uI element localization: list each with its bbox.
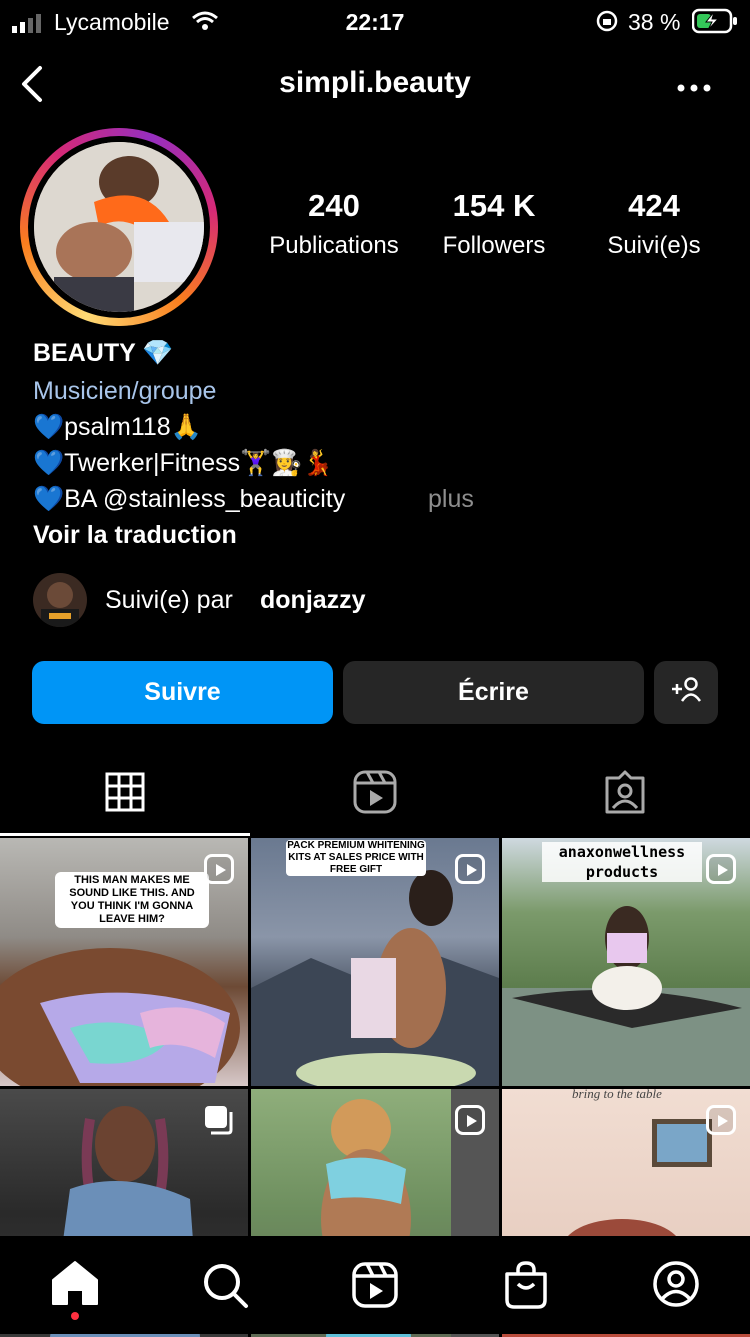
post-thumbnail[interactable]: anaxonwellness products: [502, 838, 750, 1086]
stat-label: Suivi(e)s: [607, 232, 701, 259]
bio-line[interactable]: 💙BA @stainless_beauticity: [33, 485, 345, 514]
tab-reels[interactable]: [250, 750, 500, 838]
home-icon: [45, 1261, 105, 1312]
battery-icon: [691, 8, 738, 40]
tagged-icon: [603, 770, 647, 819]
bio-line: 💙psalm118🙏: [33, 413, 202, 441]
nav-home[interactable]: [45, 1258, 105, 1320]
profile-category: Musicien/groupe: [33, 377, 217, 405]
shopping-bag-icon: [503, 1261, 549, 1314]
stat-label: Followers: [442, 232, 546, 259]
posts-grid: THIS MAN MAKES ME SOUND LIKE THIS. AND Y…: [0, 838, 750, 1337]
post-caption: THIS MAN MAKES ME SOUND LIKE THIS. AND Y…: [55, 872, 209, 928]
profile-header: simpli.beauty: [0, 54, 750, 114]
reel-icon: [706, 1105, 736, 1135]
reel-icon: [455, 854, 485, 884]
profile-tabs: [0, 750, 750, 838]
stat-following[interactable]: 424 Suivi(e)s: [569, 188, 739, 260]
stat-value: 154 K: [452, 188, 536, 223]
status-bar: Lycamobile 22:17 38 %: [0, 0, 750, 44]
message-button[interactable]: Écrire: [343, 661, 644, 724]
post-caption: bring to the table: [572, 1089, 662, 1101]
followed-by[interactable]: Suivi(e) par donjazzy: [33, 573, 633, 629]
stat-value: 240: [308, 188, 360, 223]
tab-tagged[interactable]: [500, 750, 750, 838]
tab-grid[interactable]: [0, 750, 250, 838]
grid-icon: [105, 772, 145, 817]
reels-icon: [352, 1262, 398, 1312]
add-person-icon: [670, 676, 702, 709]
reel-icon: [455, 1105, 485, 1135]
reels-icon: [353, 770, 397, 819]
page-title: simpli.beauty: [279, 66, 471, 99]
post-thumbnail[interactable]: THIS MAN MAKES ME SOUND LIKE THIS. AND Y…: [0, 838, 248, 1086]
search-icon: [200, 1264, 250, 1314]
carousel-icon: [204, 1105, 234, 1135]
follow-button[interactable]: Suivre: [32, 661, 333, 724]
notification-dot: [71, 1312, 79, 1320]
nav-search[interactable]: [200, 1260, 250, 1315]
active-tab-indicator: [0, 833, 250, 836]
bio-more-link[interactable]: plus: [428, 485, 474, 514]
nav-profile[interactable]: [652, 1260, 700, 1313]
bottom-nav: [0, 1236, 750, 1334]
followed-by-user[interactable]: donjazzy: [260, 586, 366, 615]
followed-by-prefix: Suivi(e) par: [105, 586, 233, 614]
bio-line: 💙Twerker|Fitness🏋️‍♀️👩‍🍳💃: [33, 449, 334, 477]
profile-icon: [652, 1261, 700, 1312]
post-thumbnail[interactable]: PACK PREMIUM WHITENING KITS AT SALES PRI…: [251, 838, 499, 1086]
profile-name: BEAUTY 💎: [33, 339, 174, 367]
battery-percent: 38 %: [628, 9, 681, 35]
suggest-users-button[interactable]: [654, 661, 718, 724]
avatar[interactable]: [20, 128, 218, 326]
nav-shop[interactable]: [503, 1260, 549, 1315]
more-options-icon[interactable]: [676, 80, 712, 98]
post-caption: PACK PREMIUM WHITENING KITS AT SALES PRI…: [286, 840, 426, 876]
see-translation-link[interactable]: Voir la traduction: [33, 521, 237, 550]
avatar-photo: [34, 142, 204, 312]
reel-icon: [204, 854, 234, 884]
orientation-lock-icon: [596, 10, 618, 38]
stat-publications[interactable]: 240 Publications: [249, 188, 419, 260]
nav-reels[interactable]: [352, 1262, 398, 1313]
stat-followers[interactable]: 154 K Followers: [409, 188, 579, 260]
follower-avatar: [33, 573, 87, 627]
stat-label: Publications: [269, 232, 399, 259]
reel-icon: [706, 854, 736, 884]
post-caption: anaxonwellness products: [542, 842, 702, 882]
stat-value: 424: [628, 188, 680, 223]
